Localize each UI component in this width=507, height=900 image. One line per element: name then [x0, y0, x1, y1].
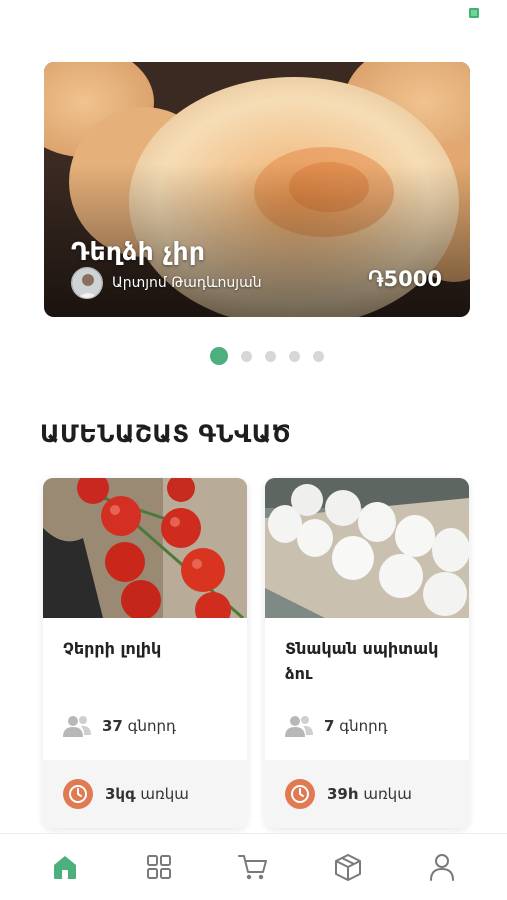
hero-banner[interactable]: Դեղձի չիր Արտյոմ Թադևոսյան ֏5000 — [44, 62, 470, 317]
carousel-dot[interactable] — [264, 350, 276, 362]
buyers-info: 37 գնորդ — [61, 714, 176, 738]
hero-title: Դեղձի չիր — [71, 237, 206, 266]
battery-icon — [469, 8, 479, 18]
bottom-nav — [0, 833, 507, 900]
nav-orders[interactable] — [328, 847, 368, 887]
clock-icon — [63, 779, 93, 809]
buyers-count: 37 — [102, 717, 123, 735]
section-title: ԱՄԵՆԱՇԱՏ ԳՆՎԱԾ — [40, 420, 292, 448]
buyers-count: 7 — [324, 717, 335, 735]
users-icon — [63, 716, 91, 737]
product-image — [43, 478, 247, 618]
buyers-label: գնորդ — [127, 717, 176, 735]
product-image — [265, 478, 469, 618]
carousel-dot[interactable] — [288, 350, 300, 362]
product-name: Չերրի լոլիկ — [63, 639, 162, 658]
buyers-label: գնորդ — [339, 717, 388, 735]
nav-home[interactable] — [45, 847, 85, 887]
carousel-dot-active[interactable] — [209, 347, 228, 365]
nav-profile[interactable] — [422, 847, 462, 887]
product-card[interactable]: Չերրի լոլիկ 37 գնորդ 3կգ առկա — [43, 478, 247, 828]
carousel-indicator — [13, 347, 507, 365]
nav-catalog[interactable] — [139, 847, 179, 887]
stock-label: առկա — [363, 785, 412, 803]
cart-icon — [238, 855, 268, 880]
clock-icon — [285, 779, 315, 809]
stock-value: 39h — [327, 785, 359, 803]
buyers-info: 7 գնորդ — [283, 714, 388, 738]
product-name: Տնական սպիտակ ձու — [285, 639, 439, 683]
carousel-dot[interactable] — [312, 350, 324, 362]
stock-value: 3կգ — [105, 785, 136, 803]
users-icon — [285, 716, 313, 737]
carousel-dot[interactable] — [240, 350, 252, 362]
hero-seller[interactable]: Արտյոմ Թադևոսյան — [71, 267, 262, 299]
stock-label: առկա — [140, 785, 189, 803]
stock-info: 3կգ առկա — [43, 760, 247, 828]
nav-cart[interactable] — [233, 847, 273, 887]
avatar — [71, 267, 103, 299]
user-icon — [429, 854, 454, 881]
box-icon — [334, 854, 361, 881]
product-card[interactable]: Տնական սպիտակ ձու 7 գնորդ 39h առկա — [265, 478, 469, 828]
hero-price: ֏5000 — [368, 267, 442, 291]
home-icon — [54, 856, 77, 879]
seller-name: Արտյոմ Թադևոսյան — [112, 275, 262, 291]
stock-info: 39h առկա — [265, 760, 469, 828]
grid-icon — [147, 855, 172, 879]
